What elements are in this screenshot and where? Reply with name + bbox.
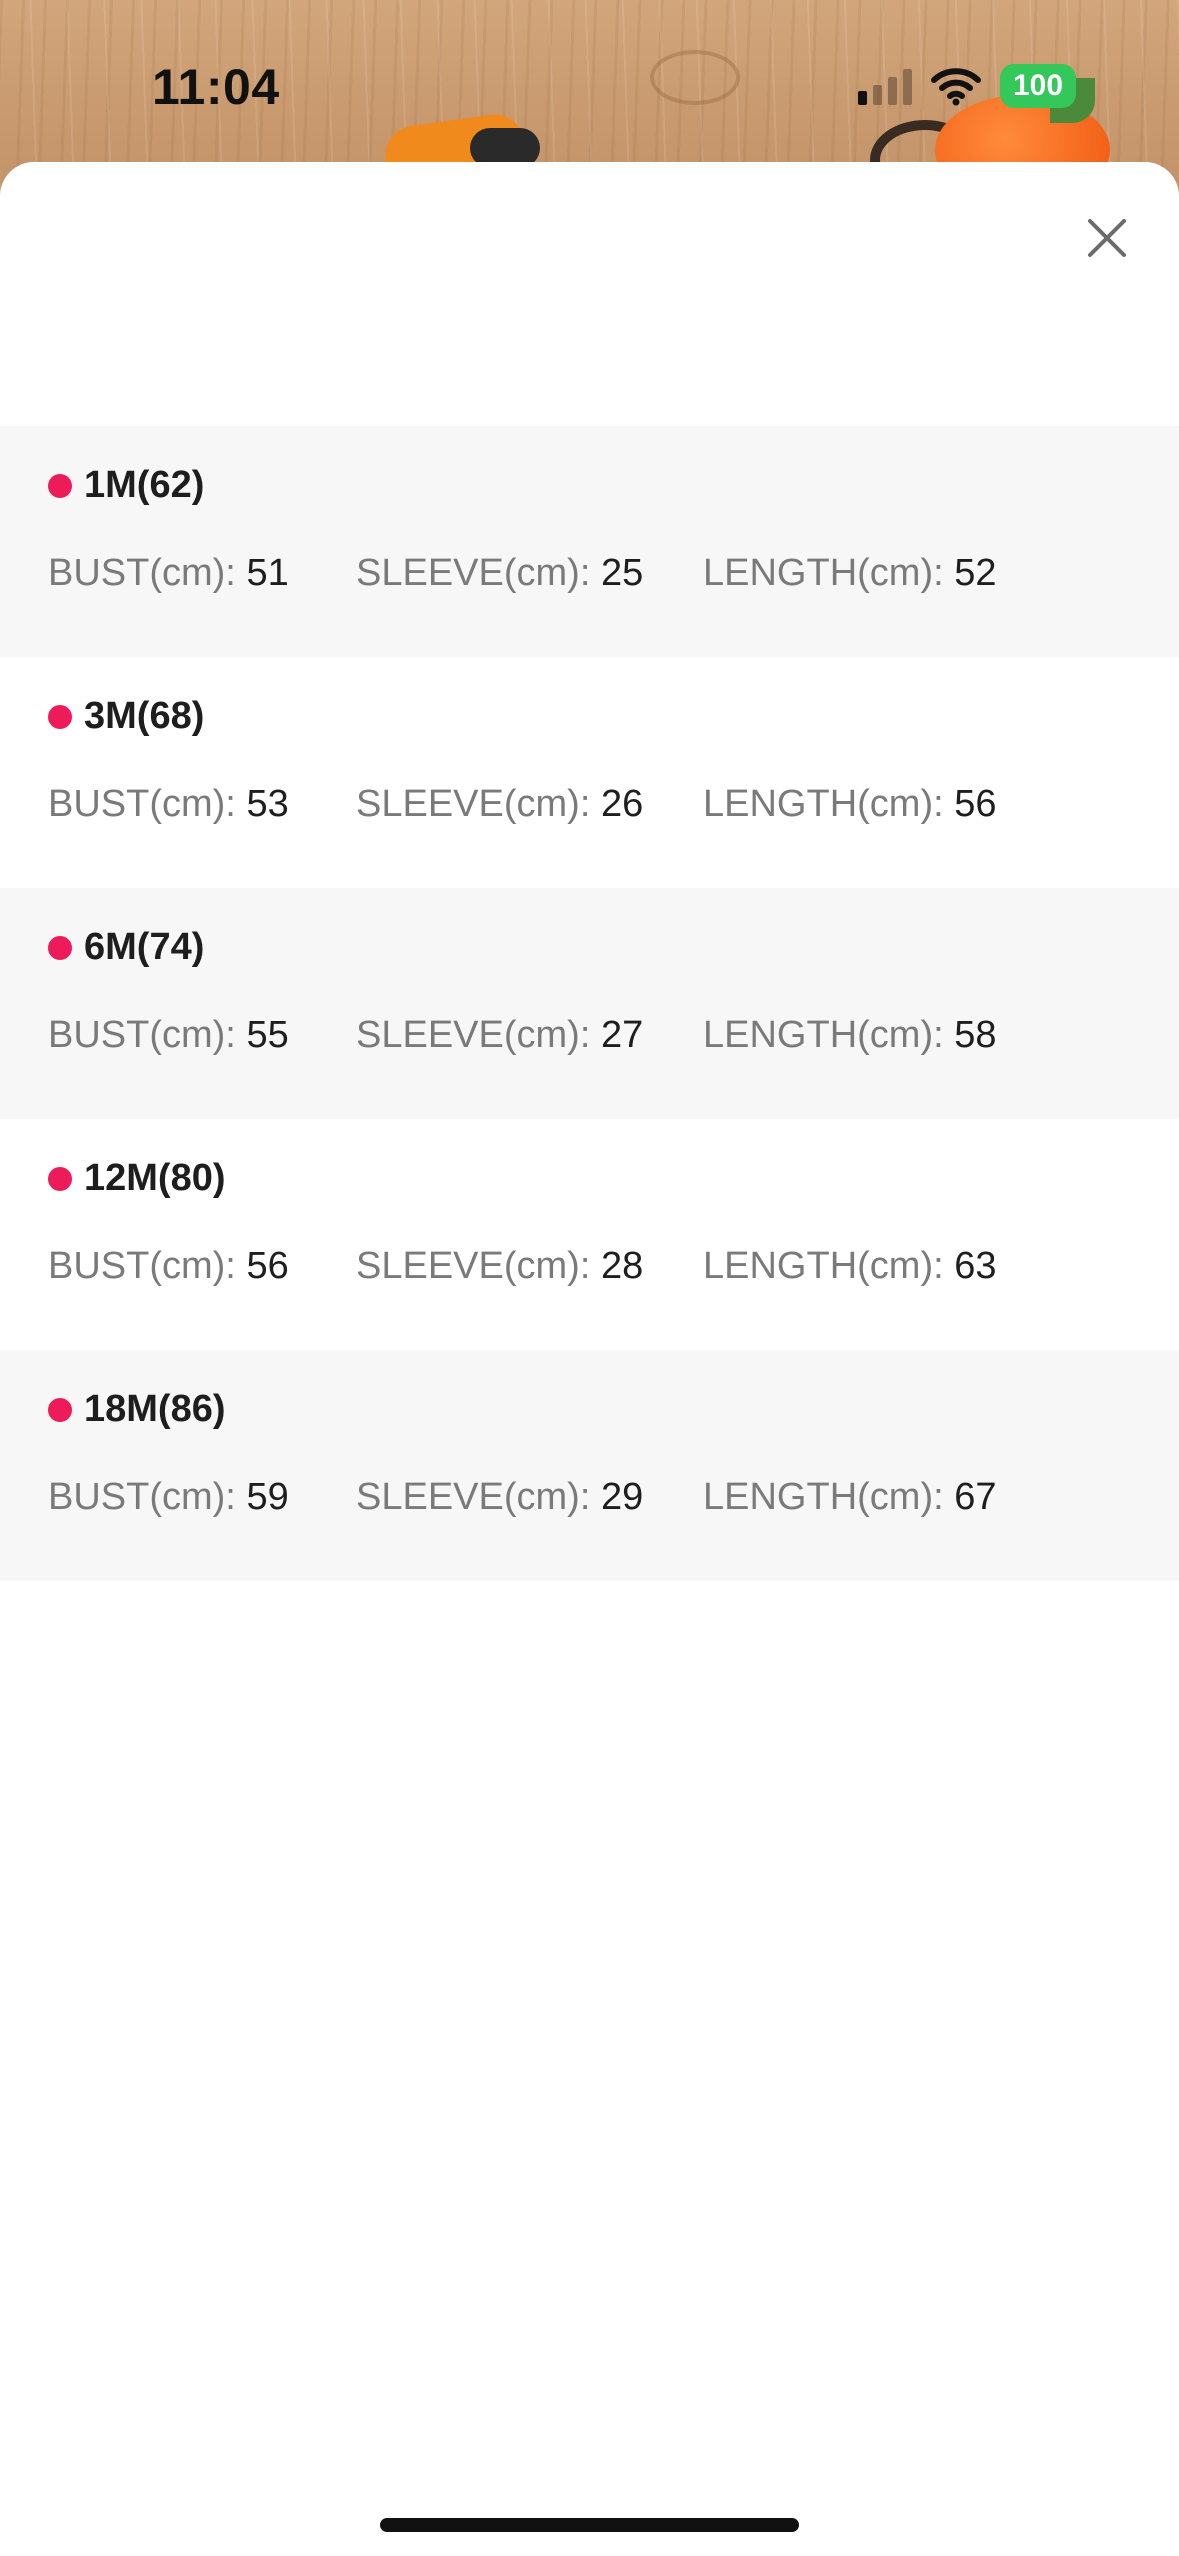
size-name: 12M(80) — [84, 1157, 226, 1199]
bust-label: BUST(cm): — [48, 783, 247, 825]
size-name: 18M(86) — [84, 1388, 226, 1430]
size-title: 18M(86) — [48, 1388, 226, 1431]
bullet-dot-icon — [48, 1166, 72, 1191]
sleeve-measure: SLEEVE(cm): 25 — [356, 552, 643, 595]
size-title: 1M(62) — [48, 464, 204, 507]
sleeve-label: SLEEVE(cm): — [356, 1245, 601, 1287]
length-value: 58 — [954, 1014, 997, 1056]
sleeve-measure: SLEEVE(cm): 29 — [356, 1476, 643, 1519]
bust-label: BUST(cm): — [48, 1245, 247, 1287]
sleeve-value: 29 — [600, 1476, 644, 1518]
bust-label: BUST(cm): — [48, 1014, 247, 1056]
bust-value: 51 — [246, 552, 289, 594]
size-row: 3M(68) BUST(cm): 53 SLEEVE(cm): 26 LENGT… — [0, 657, 1179, 888]
length-label: LENGTH(cm): — [703, 552, 955, 594]
size-name: 6M(74) — [84, 926, 205, 968]
sleeve-label: SLEEVE(cm): — [356, 1476, 601, 1518]
bust-measure: BUST(cm): 59 — [48, 1476, 289, 1519]
bullet-dot-icon — [48, 704, 72, 729]
length-value: 63 — [954, 1245, 997, 1287]
size-title: 6M(74) — [48, 926, 204, 969]
length-measure: LENGTH(cm): 63 — [703, 1245, 997, 1288]
size-row: 6M(74) BUST(cm): 55 SLEEVE(cm): 27 LENGT… — [0, 888, 1179, 1119]
sleeve-label: SLEEVE(cm): — [356, 552, 601, 594]
length-label: LENGTH(cm): — [703, 783, 955, 825]
size-row: 18M(86) BUST(cm): 59 SLEEVE(cm): 29 LENG… — [0, 1350, 1179, 1581]
size-chart-sheet: 1M(62) BUST(cm): 51 SLEEVE(cm): 25 LENGT… — [0, 162, 1179, 2556]
size-row: 12M(80) BUST(cm): 56 SLEEVE(cm): 28 LENG… — [0, 1119, 1179, 1350]
length-measure: LENGTH(cm): 56 — [703, 783, 997, 826]
home-indicator[interactable] — [380, 2518, 799, 2532]
size-list: 1M(62) BUST(cm): 51 SLEEVE(cm): 25 LENGT… — [0, 426, 1179, 1581]
length-label: LENGTH(cm): — [703, 1245, 955, 1287]
signal-icon — [858, 67, 912, 105]
size-title: 12M(80) — [48, 1157, 226, 1200]
sleeve-measure: SLEEVE(cm): 27 — [356, 1014, 643, 1057]
bullet-dot-icon — [48, 473, 72, 498]
status-bar: 11:04 100 — [0, 0, 1179, 160]
bust-measure: BUST(cm): 56 — [48, 1245, 289, 1288]
length-value: 67 — [954, 1476, 997, 1518]
battery-icon: 100 — [1000, 64, 1076, 108]
bust-measure: BUST(cm): 53 — [48, 783, 289, 826]
bust-measure: BUST(cm): 51 — [48, 552, 289, 595]
length-measure: LENGTH(cm): 67 — [703, 1476, 997, 1519]
wifi-icon — [930, 66, 982, 106]
close-button[interactable] — [1079, 210, 1135, 266]
sleeve-measure: SLEEVE(cm): 26 — [356, 783, 643, 826]
bust-label: BUST(cm): — [48, 1476, 247, 1518]
status-time: 11:04 — [152, 59, 280, 115]
status-icons: 100 — [858, 64, 1076, 108]
bust-measure: BUST(cm): 55 — [48, 1014, 289, 1057]
bullet-dot-icon — [48, 1397, 72, 1422]
bust-value: 59 — [246, 1476, 289, 1518]
sleeve-value: 26 — [600, 783, 644, 825]
sleeve-value: 25 — [600, 552, 644, 594]
length-label: LENGTH(cm): — [703, 1014, 955, 1056]
size-name: 1M(62) — [84, 464, 205, 506]
sleeve-label: SLEEVE(cm): — [356, 1014, 601, 1056]
length-label: LENGTH(cm): — [703, 1476, 955, 1518]
length-value: 52 — [954, 552, 997, 594]
size-title: 3M(68) — [48, 695, 204, 738]
length-value: 56 — [954, 783, 997, 825]
sleeve-value: 27 — [600, 1014, 644, 1056]
sleeve-value: 28 — [600, 1245, 644, 1287]
sleeve-measure: SLEEVE(cm): 28 — [356, 1245, 643, 1288]
bust-value: 56 — [246, 1245, 289, 1287]
bullet-dot-icon — [48, 935, 72, 960]
length-measure: LENGTH(cm): 58 — [703, 1014, 997, 1057]
size-row: 1M(62) BUST(cm): 51 SLEEVE(cm): 25 LENGT… — [0, 426, 1179, 657]
bust-value: 53 — [246, 783, 289, 825]
size-chart-screen: 11:04 100 1M(62) BUST(cm): 51 SLEEVE(cm)… — [0, 0, 1179, 2556]
sleeve-label: SLEEVE(cm): — [356, 783, 601, 825]
close-icon — [1088, 219, 1126, 257]
size-name: 3M(68) — [84, 695, 205, 737]
length-measure: LENGTH(cm): 52 — [703, 552, 997, 595]
bust-value: 55 — [246, 1014, 289, 1056]
bust-label: BUST(cm): — [48, 552, 247, 594]
